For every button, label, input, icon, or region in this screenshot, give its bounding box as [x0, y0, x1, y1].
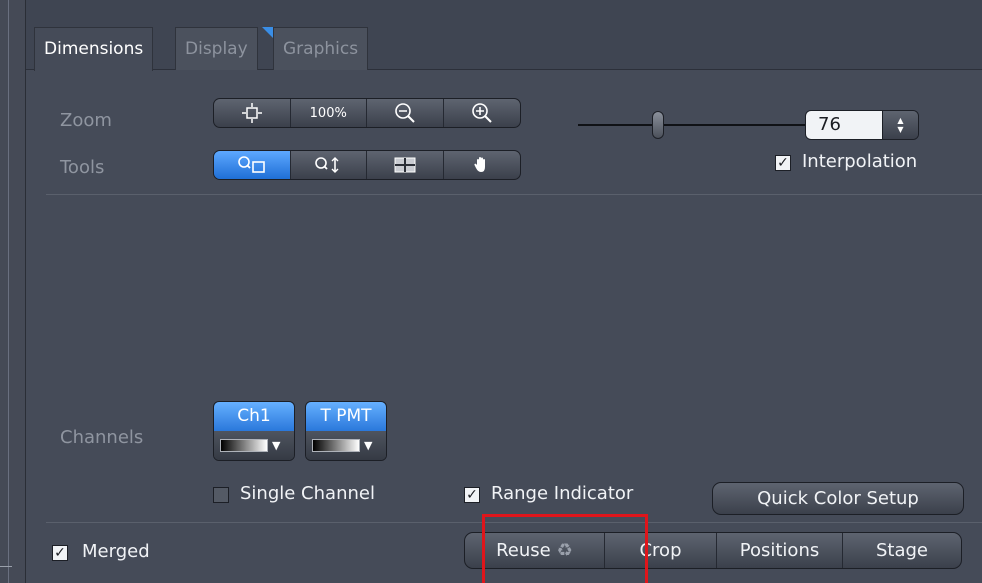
- range-indicator-checkbox[interactable]: ✓: [464, 487, 480, 503]
- single-channel-label: Single Channel: [240, 483, 375, 504]
- dimensions-panel: Dimensions Display Graphics Zoom 100% 76…: [26, 0, 982, 583]
- zoom-out-icon: [394, 103, 415, 123]
- zoom-label: Zoom: [60, 110, 112, 131]
- interpolation-label: Interpolation: [802, 151, 918, 172]
- chevron-down-icon: ▼: [364, 439, 373, 452]
- divider: [0, 566, 12, 567]
- tab-dimensions[interactable]: Dimensions: [34, 27, 154, 71]
- tools-label: Tools: [60, 157, 105, 178]
- zoom-value-spinbox[interactable]: 76 ▲ ▼: [805, 110, 919, 140]
- channels-label: Channels: [60, 427, 144, 448]
- pan-tool-button[interactable]: [444, 151, 521, 179]
- quick-color-setup-button[interactable]: Quick Color Setup: [712, 482, 964, 515]
- tab-indicator-icon: [262, 27, 273, 38]
- lut-dropdown[interactable]: ▼: [214, 431, 294, 460]
- zoom-in-icon: [471, 103, 492, 123]
- merged-label: Merged: [82, 541, 150, 562]
- divider: [46, 194, 982, 195]
- zoom-rect-tool-icon: [237, 156, 265, 173]
- range-indicator-label: Range Indicator: [491, 483, 634, 504]
- zoom-slider-track[interactable]: [578, 124, 806, 126]
- zoom-vertical-tool-button[interactable]: [291, 151, 367, 179]
- chevron-down-icon: ▼: [272, 439, 281, 452]
- tab-display[interactable]: Display: [175, 27, 258, 70]
- positions-button[interactable]: Positions: [717, 533, 843, 568]
- zoom-100-button[interactable]: 100%: [291, 99, 367, 127]
- lut-gradient: [220, 439, 268, 452]
- divider: [8, 0, 9, 583]
- zoom-in-button[interactable]: [444, 99, 521, 127]
- channel-name: Ch1: [214, 402, 294, 431]
- lut-dropdown[interactable]: ▼: [306, 431, 386, 460]
- fit-to-window-icon: [241, 103, 262, 123]
- fit-to-window-button[interactable]: [214, 99, 291, 127]
- tab-bar: Dimensions Display Graphics: [26, 0, 982, 71]
- zoom-button-group: 100%: [213, 98, 521, 128]
- spin-button[interactable]: ▲ ▼: [882, 111, 918, 139]
- highlight-box: [482, 514, 648, 583]
- lut-gradient: [312, 439, 360, 452]
- stage-button[interactable]: Stage: [843, 533, 961, 568]
- zoom-value-input[interactable]: 76: [806, 111, 882, 139]
- zoom-rect-tool-button[interactable]: [214, 151, 291, 179]
- channel-t-pmt[interactable]: T PMT ▼: [305, 401, 387, 461]
- tools-button-group: [213, 150, 521, 180]
- region-tool-button[interactable]: [367, 151, 444, 179]
- chevron-up-icon: ▲: [897, 116, 904, 125]
- chevron-down-icon: ▼: [897, 125, 904, 134]
- single-channel-checkbox[interactable]: [213, 487, 229, 503]
- tab-graphics[interactable]: Graphics: [273, 27, 369, 70]
- pan-hand-icon: [474, 157, 485, 172]
- zoom-slider-thumb[interactable]: [652, 111, 664, 139]
- interpolation-checkbox[interactable]: ✓: [775, 155, 791, 171]
- region-tool-icon: [394, 157, 416, 173]
- zoom-vertical-tool-icon: [315, 157, 339, 173]
- channel-name: T PMT: [306, 402, 386, 431]
- merged-checkbox[interactable]: ✓: [52, 545, 68, 561]
- channel-ch1[interactable]: Ch1 ▼: [213, 401, 295, 461]
- left-strip: [0, 0, 26, 583]
- zoom-out-button[interactable]: [367, 99, 444, 127]
